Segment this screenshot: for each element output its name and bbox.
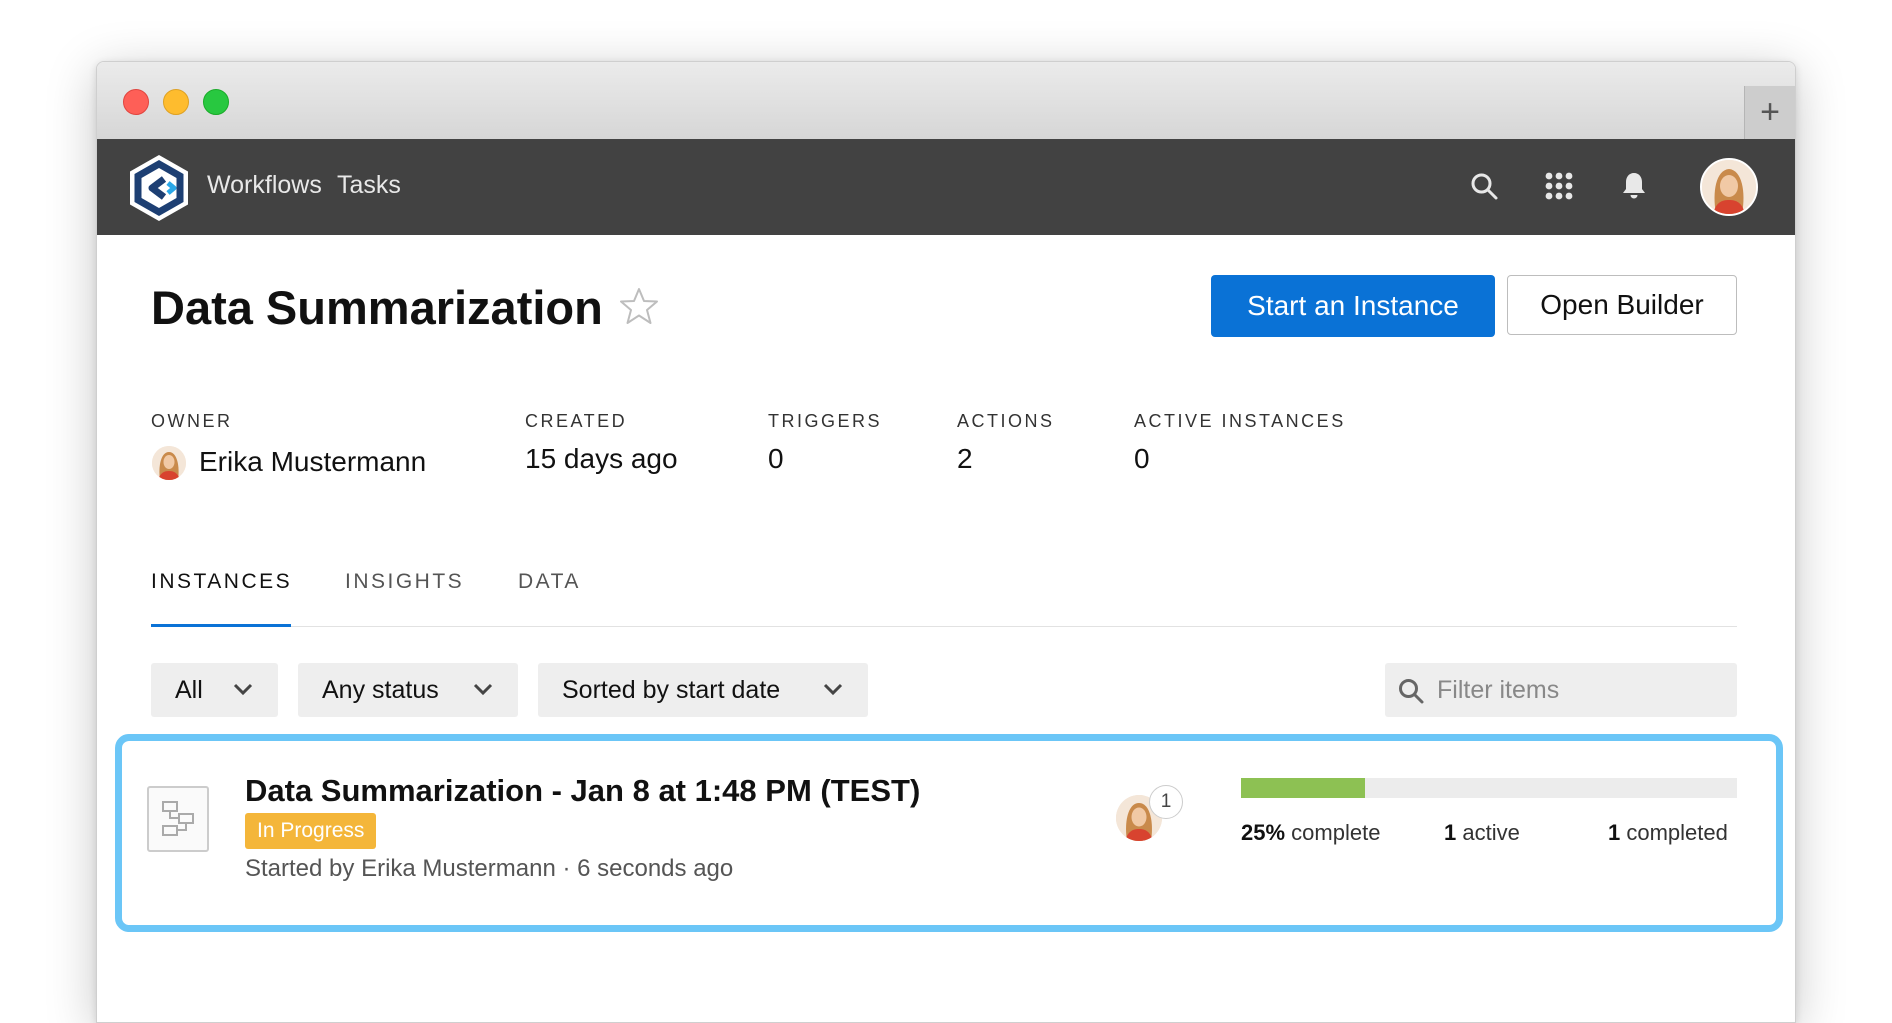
start-instance-button[interactable]: Start an Instance bbox=[1211, 275, 1495, 337]
active-instances-label: ACTIVE INSTANCES bbox=[1134, 411, 1346, 431]
complete-label: complete bbox=[1291, 820, 1381, 845]
user-avatar[interactable] bbox=[1700, 158, 1758, 216]
close-window-button[interactable] bbox=[123, 89, 149, 115]
created-label: CREATED bbox=[525, 411, 628, 431]
progress-completed-stat: 1 completed bbox=[1608, 820, 1728, 846]
browser-window: + Workflows Tasks Data Summarization Sta… bbox=[96, 61, 1796, 1023]
bell-icon[interactable] bbox=[1617, 169, 1651, 203]
filter-items-input[interactable] bbox=[1385, 663, 1737, 717]
maximize-window-button[interactable] bbox=[203, 89, 229, 115]
minimize-window-button[interactable] bbox=[163, 89, 189, 115]
app-logo-icon[interactable] bbox=[124, 153, 194, 223]
chevron-down-icon bbox=[233, 683, 253, 696]
chevron-down-icon bbox=[823, 683, 843, 696]
tab-instances[interactable]: INSTANCES bbox=[151, 570, 292, 594]
active-tab-indicator bbox=[151, 624, 291, 627]
plus-icon: + bbox=[1760, 93, 1780, 131]
instance-started-info: Started by Erika Mustermann · 6 seconds … bbox=[245, 855, 734, 882]
chevron-down-icon bbox=[473, 683, 493, 696]
instance-title[interactable]: Data Summarization - Jan 8 at 1:48 PM (T… bbox=[245, 773, 920, 809]
search-icon[interactable] bbox=[1467, 169, 1501, 203]
tabs-divider bbox=[151, 626, 1737, 627]
nav-link-tasks[interactable]: Tasks bbox=[337, 171, 401, 200]
progress-bar bbox=[1241, 778, 1737, 798]
active-instances-value: 0 bbox=[1134, 443, 1150, 474]
created-value: 15 days ago bbox=[525, 443, 678, 474]
actions-label: ACTIONS bbox=[957, 411, 1055, 431]
progress-complete-stat: 25% complete bbox=[1241, 820, 1380, 846]
sort-dropdown[interactable]: Sorted by start date bbox=[538, 663, 868, 717]
page-title: Data Summarization bbox=[151, 281, 603, 334]
active-label: active bbox=[1462, 820, 1520, 845]
open-builder-button[interactable]: Open Builder bbox=[1507, 275, 1737, 335]
apps-grid-icon[interactable] bbox=[1542, 169, 1576, 203]
search-icon bbox=[1399, 679, 1424, 704]
nav-link-workflows[interactable]: Workflows bbox=[207, 171, 322, 200]
window-titlebar: + bbox=[97, 62, 1795, 140]
status-badge: In Progress bbox=[245, 813, 377, 849]
owner-avatar bbox=[152, 446, 186, 480]
top-navbar: Workflows Tasks bbox=[97, 139, 1795, 235]
owner-value: Erika Mustermann bbox=[199, 446, 427, 477]
actions-value: 2 bbox=[957, 443, 973, 474]
status-dropdown-label: Any status bbox=[322, 675, 439, 704]
tab-data[interactable]: DATA bbox=[518, 570, 581, 594]
progress-bar-fill bbox=[1241, 778, 1365, 798]
assignee-count-badge: 1 bbox=[1149, 785, 1183, 819]
completed-label: completed bbox=[1626, 820, 1728, 845]
owner-label: OWNER bbox=[151, 411, 233, 431]
workflow-instance-icon bbox=[147, 786, 209, 852]
progress-active-stat: 1 active bbox=[1444, 820, 1520, 846]
complete-percent: 25% bbox=[1241, 820, 1286, 845]
new-tab-button[interactable]: + bbox=[1744, 86, 1795, 139]
scope-dropdown[interactable]: All bbox=[151, 663, 278, 717]
triggers-value: 0 bbox=[768, 443, 784, 474]
triggers-label: TRIGGERS bbox=[768, 411, 883, 431]
active-count: 1 bbox=[1444, 820, 1457, 845]
sort-dropdown-label: Sorted by start date bbox=[562, 675, 781, 704]
scope-dropdown-label: All bbox=[175, 675, 203, 704]
completed-count: 1 bbox=[1608, 820, 1621, 845]
favorite-star-icon[interactable] bbox=[619, 286, 659, 326]
status-dropdown[interactable]: Any status bbox=[298, 663, 518, 717]
tab-insights[interactable]: INSIGHTS bbox=[345, 570, 464, 594]
